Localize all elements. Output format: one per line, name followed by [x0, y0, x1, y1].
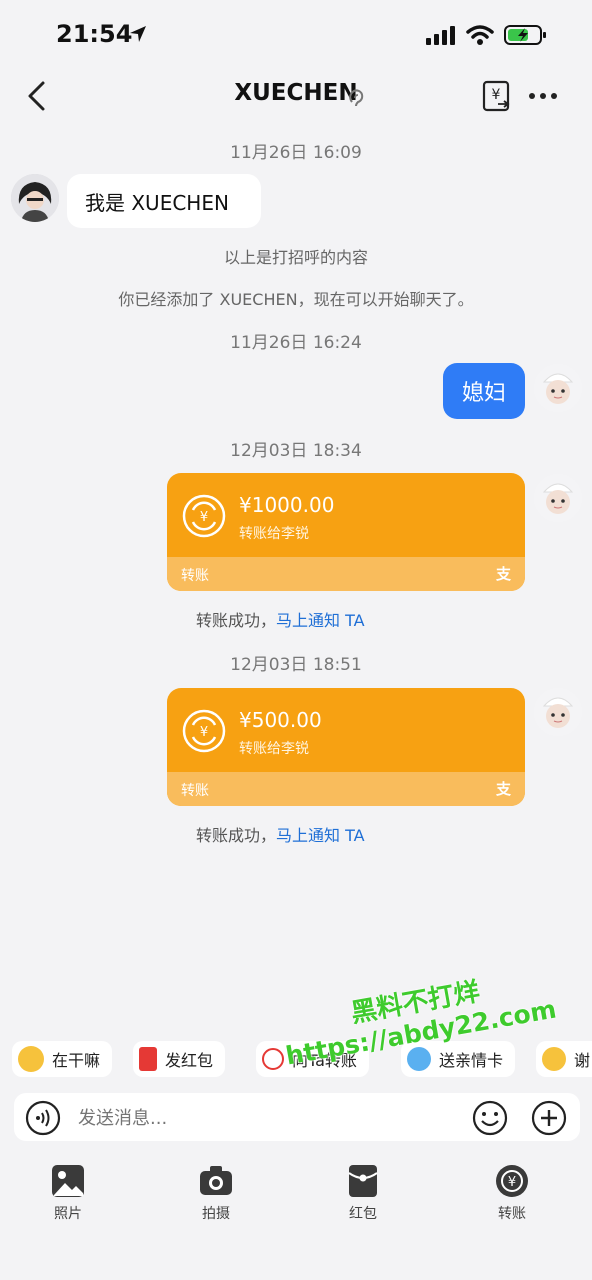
more-icon[interactable]: [528, 86, 558, 106]
transfer-label: 转账: [181, 783, 209, 799]
yuan-transfer-icon: ¥: [182, 494, 226, 538]
alipay-icon: 支: [495, 780, 511, 798]
transfer-status: 转账成功，马上通知 TA: [196, 822, 365, 846]
voice-icon[interactable]: [24, 1099, 62, 1137]
plus-icon[interactable]: [530, 1099, 568, 1137]
ear-icon: [349, 89, 364, 107]
quick-chip[interactable]: 发红包: [133, 1041, 226, 1077]
message-input[interactable]: [76, 1101, 460, 1135]
message-bubble[interactable]: 媳妇: [443, 363, 525, 419]
toolbar-label: 红包: [349, 1206, 377, 1222]
yuan-transfer-icon: ¥: [182, 709, 226, 753]
red-packet-icon: [348, 1165, 378, 1197]
emoji-face-icon: [542, 1047, 566, 1071]
transfer-card[interactable]: ¥ ¥500.00 转账给李锐 转账 支: [167, 688, 525, 806]
chip-label: 送亲情卡: [439, 1051, 504, 1070]
chip-label: 在干嘛: [52, 1051, 101, 1070]
svg-text:¥: ¥: [200, 510, 208, 525]
toolbar-camera[interactable]: 拍摄: [176, 1163, 256, 1223]
timestamp: 12月03日 18:51: [230, 655, 362, 675]
red-packet-icon: [139, 1047, 157, 1071]
chip-label: 发红包: [165, 1051, 214, 1070]
camera-icon: [200, 1166, 232, 1195]
toolbar-red-packet[interactable]: 红包: [323, 1163, 403, 1223]
avatar[interactable]: [534, 688, 582, 736]
location-arrow-icon: [130, 26, 146, 42]
transfer-header-icon[interactable]: ¥: [482, 80, 512, 112]
signal-icon: [426, 26, 455, 45]
svg-text:¥: ¥: [200, 725, 208, 740]
timestamp: 12月03日 18:34: [230, 441, 362, 461]
notify-link[interactable]: 马上通知 TA: [276, 611, 365, 630]
timestamp: 11月26日 16:24: [230, 333, 362, 353]
avatar[interactable]: [534, 364, 582, 412]
system-note: 你已经添加了 XUECHEN，现在可以开始聊天了。: [118, 290, 474, 309]
svg-text:¥: ¥: [492, 87, 501, 103]
toolbar-photo[interactable]: 照片: [28, 1163, 108, 1223]
transfer-card[interactable]: ¥ ¥1000.00 转账给李锐 转账 支: [167, 473, 525, 591]
toolbar-label: 照片: [54, 1206, 82, 1222]
transfer-label: 转账: [181, 568, 209, 584]
transfer-recipient: 转账给李锐: [239, 526, 309, 542]
transfer-amount: ¥1000.00: [239, 493, 335, 517]
alipay-icon: 支: [495, 565, 511, 583]
quick-chip[interactable]: 在干嘛: [12, 1041, 113, 1077]
avatar[interactable]: [11, 174, 59, 222]
status-time: 21:54: [56, 20, 133, 48]
transfer-status-text: 转账成功，: [196, 826, 277, 845]
transfer-chip-icon: [262, 1048, 284, 1070]
transfer-icon: ¥: [496, 1165, 528, 1197]
transfer-status-text: 转账成功，: [196, 611, 277, 630]
chip-label: 谢: [574, 1051, 591, 1070]
toolbar-transfer[interactable]: ¥ 转账: [472, 1163, 552, 1223]
battery-icon: [504, 25, 546, 45]
transfer-status: 转账成功，马上通知 TA: [196, 607, 365, 631]
heart-card-icon: [407, 1047, 431, 1071]
svg-text:¥: ¥: [508, 1175, 516, 1190]
transfer-amount: ¥500.00: [239, 708, 322, 732]
transfer-recipient: 转账给李锐: [239, 741, 309, 757]
quick-chip[interactable]: 谢: [536, 1041, 592, 1077]
emoji-face-icon: [18, 1046, 44, 1072]
system-note: 以上是打招呼的内容: [223, 248, 368, 267]
toolbar-label: 转账: [498, 1206, 526, 1222]
emoji-icon[interactable]: [471, 1099, 509, 1137]
notify-link[interactable]: 马上通知 TA: [276, 826, 365, 845]
photo-icon: [52, 1165, 84, 1197]
avatar[interactable]: [534, 474, 582, 522]
wifi-icon: [466, 25, 494, 45]
timestamp: 11月26日 16:09: [230, 143, 362, 163]
message-bubble[interactable]: 我是 XUECHEN: [67, 174, 261, 228]
toolbar-label: 拍摄: [202, 1206, 230, 1222]
